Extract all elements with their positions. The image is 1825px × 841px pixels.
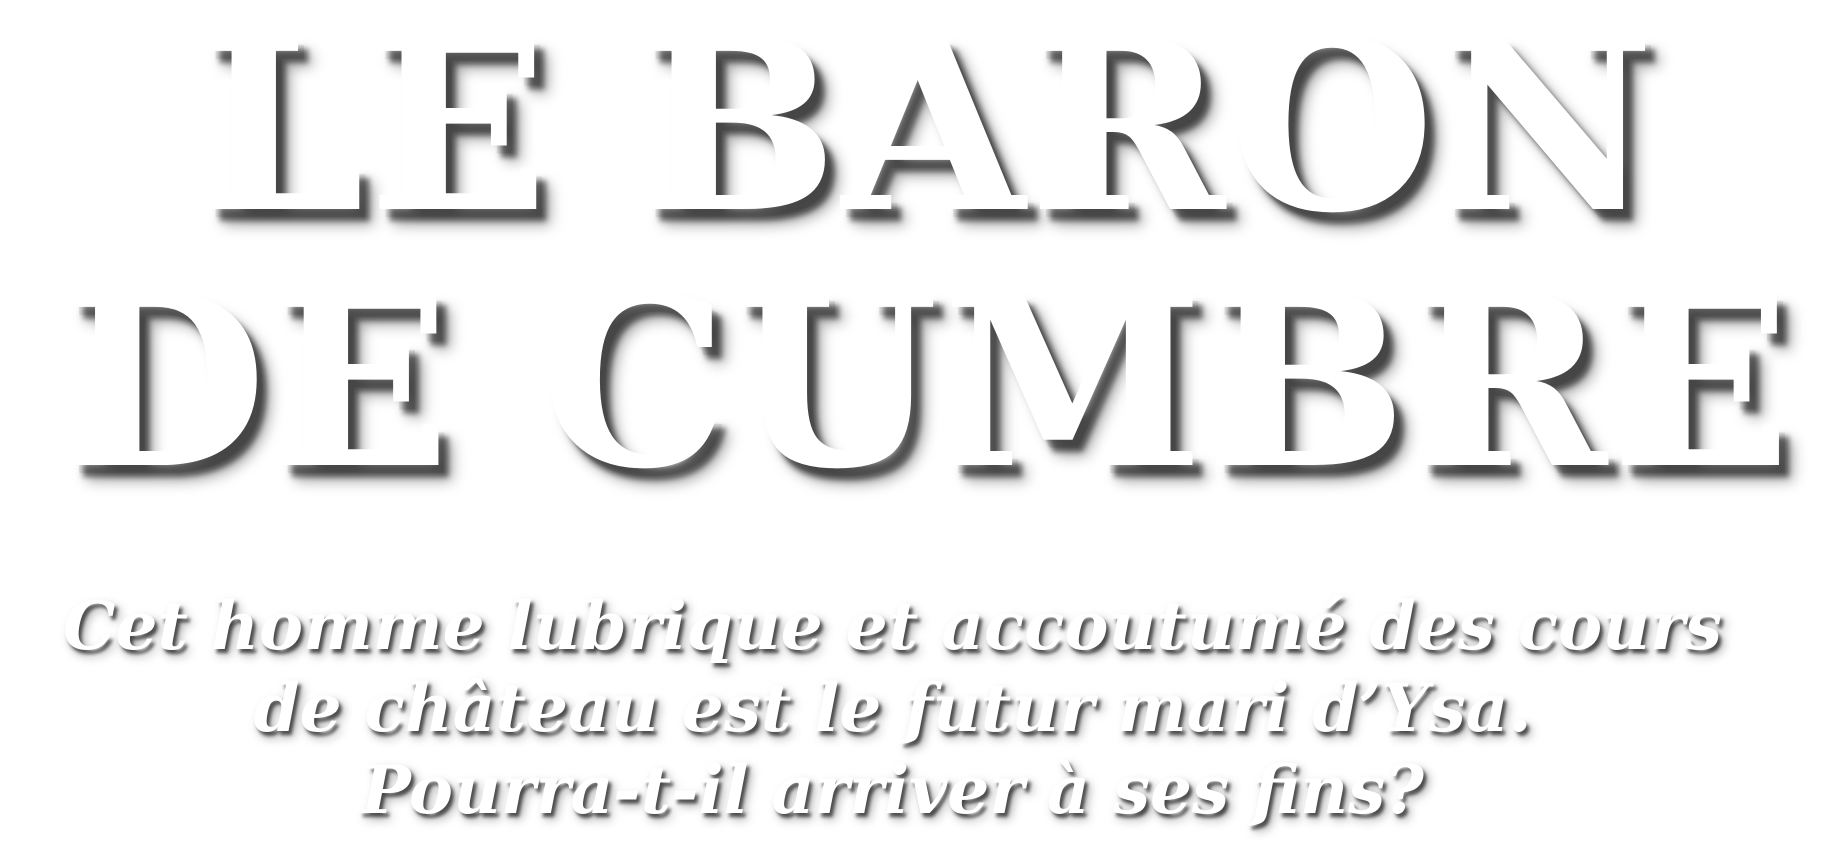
title-line-2: DE CUMBRE xyxy=(61,243,1796,521)
tagline-line-2: de château est le futur mari d’Ysa. xyxy=(253,669,1532,747)
title-line-1: LE BARON xyxy=(198,0,1659,265)
tagline-line-3: Pourra-t-il arriver à ses fins? xyxy=(361,751,1424,829)
title-card: LE BARON DE CUMBRE Cet homme lubrique et… xyxy=(0,0,1825,841)
tagline-line-1: Cet homme lubrique et accoutumé des cour… xyxy=(62,587,1723,665)
